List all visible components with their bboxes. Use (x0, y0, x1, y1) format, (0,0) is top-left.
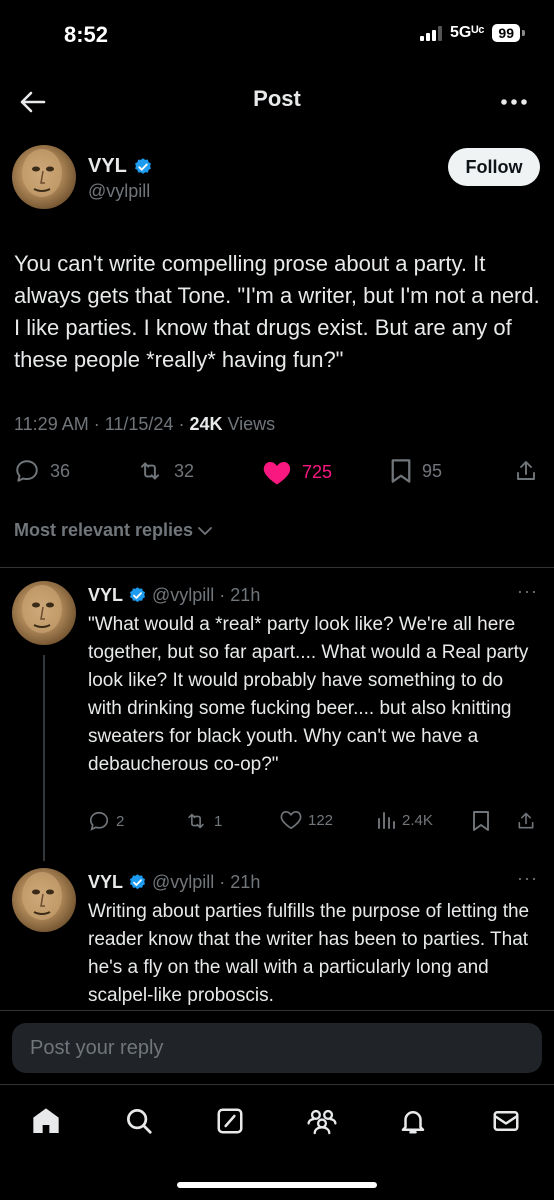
grok-icon (217, 1108, 243, 1134)
share-button[interactable] (516, 810, 536, 832)
home-indicator (177, 1182, 377, 1188)
status-icons: 5Gᵁᶜ 99 (420, 24, 525, 42)
bottom-tab-bar (0, 1084, 554, 1200)
post-text: You can't write compelling prose about a… (14, 251, 540, 372)
reply-button[interactable]: 36 (14, 458, 70, 484)
avatar[interactable] (12, 581, 76, 645)
more-options-button[interactable] (496, 86, 532, 118)
follow-button[interactable]: Follow (448, 148, 540, 186)
views-count: 2.4K (402, 811, 433, 829)
post-timestamp[interactable]: 11:29 AM · 11/15/24 · (14, 414, 189, 434)
verified-badge-icon (129, 587, 146, 603)
bookmark-button[interactable] (472, 810, 490, 832)
reply-item[interactable]: VYL @vylpill · 21h ··· "What would a *re… (0, 581, 554, 861)
share-icon (518, 812, 534, 829)
chevron-down-icon (198, 526, 212, 535)
share-icon (517, 461, 535, 480)
reply-composer (0, 1010, 554, 1084)
reply-handle-time: @vylpill · 21h (152, 585, 261, 605)
reply-more-button[interactable]: ··· (517, 868, 538, 889)
more-horizontal-icon (501, 99, 527, 105)
communities-icon (307, 1109, 337, 1135)
notifications-icon (401, 1111, 425, 1134)
bookmark-count: 95 (422, 460, 443, 481)
author-name-text: VYL (88, 155, 127, 177)
messages-icon (493, 1111, 519, 1131)
reply-count: 36 (50, 460, 71, 481)
reply-header: VYL @vylpill · 21h (88, 872, 260, 893)
search-icon (127, 1109, 152, 1134)
network-type: 5Gᵁᶜ (450, 24, 485, 41)
repost-button[interactable]: 1 (184, 810, 222, 832)
bookmark-icon (391, 459, 411, 483)
home-icon (33, 1108, 59, 1133)
reply-count: 2 (116, 812, 125, 830)
replies-sort-dropdown[interactable]: Most relevant replies (14, 520, 213, 541)
reply-author-name[interactable]: VYL (88, 585, 123, 606)
repost-icon (188, 813, 204, 829)
author-handle[interactable]: @vylpill (88, 181, 150, 202)
views-button[interactable]: 2.4K (376, 810, 433, 830)
tab-messages[interactable] (484, 1099, 528, 1143)
reply-more-button[interactable]: ··· (517, 581, 538, 602)
tab-home[interactable] (24, 1099, 68, 1143)
repost-count: 32 (174, 460, 195, 481)
reply-icon (16, 460, 38, 482)
heart-filled-icon (263, 462, 291, 485)
like-count: 122 (308, 811, 334, 829)
repost-icon (140, 462, 160, 480)
views-label: Views (222, 414, 276, 434)
post-author: VYL @vylpill Follow (12, 145, 542, 213)
analytics-icon (378, 812, 395, 829)
cellular-signal-icon (420, 25, 443, 41)
post-actions: 36 32 725 95 (0, 458, 554, 494)
verified-badge-icon (134, 157, 151, 174)
tab-search[interactable] (117, 1099, 161, 1143)
reply-text: Writing about parties fulfills the purpo… (88, 901, 530, 1006)
author-name[interactable]: VYL (88, 155, 153, 178)
reply-handle-time: @vylpill · 21h (152, 872, 261, 892)
tab-grok[interactable] (208, 1099, 252, 1143)
page-title: Post (253, 86, 301, 111)
heart-icon (280, 810, 302, 830)
repost-button[interactable]: 32 (136, 458, 194, 484)
status-time: 8:52 (64, 22, 109, 47)
thread-line (43, 655, 45, 861)
battery-icon: 99 (492, 24, 525, 42)
like-count: 725 (302, 461, 333, 482)
status-bar: 8:52 5Gᵁᶜ 99 (0, 0, 554, 74)
avatar[interactable] (12, 145, 76, 209)
tab-communities[interactable] (300, 1099, 344, 1143)
reply-button[interactable]: 2 (88, 810, 124, 832)
divider (0, 567, 554, 568)
avatar[interactable] (12, 868, 76, 932)
reply-input[interactable] (12, 1023, 542, 1073)
reply-author-name[interactable]: VYL (88, 872, 123, 893)
bookmark-button[interactable]: 95 (390, 458, 442, 484)
bookmark-icon (473, 811, 489, 831)
share-button[interactable] (514, 458, 538, 484)
top-nav: Post (0, 74, 554, 130)
reply-icon (89, 811, 109, 831)
reply-header: VYL @vylpill · 21h (88, 585, 260, 606)
tab-notifications[interactable] (391, 1099, 435, 1143)
reply-actions: 2 1 122 2.4K (88, 810, 538, 838)
like-button[interactable]: 725 (262, 458, 332, 486)
verified-badge-icon (129, 874, 146, 890)
repost-count: 1 (214, 812, 223, 830)
post-meta: 11:29 AM · 11/15/24 · 24K Views (14, 414, 275, 435)
reply-text: "What would a *real* party look like? We… (88, 614, 529, 775)
views-count: 24K (189, 414, 223, 434)
replies-sort-label: Most relevant replies (14, 520, 194, 540)
reply-item[interactable]: VYL @vylpill · 21h ··· Writing about par… (0, 868, 554, 1008)
like-button[interactable]: 122 (280, 810, 333, 830)
